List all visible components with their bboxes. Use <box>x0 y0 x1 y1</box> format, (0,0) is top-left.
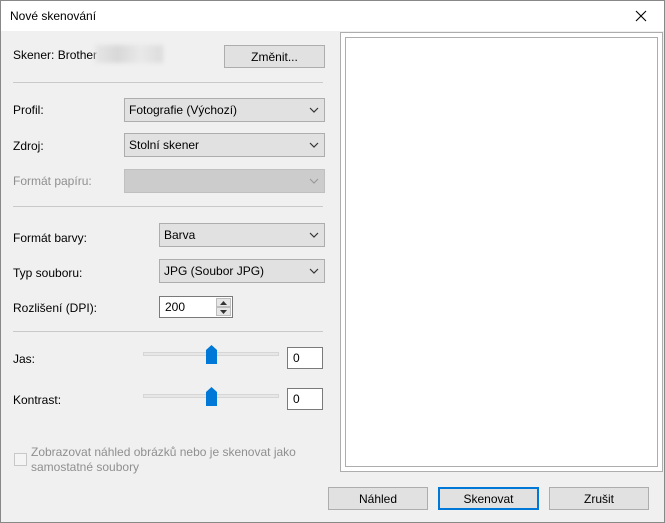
chevron-down-icon <box>309 268 319 274</box>
file-type-select[interactable]: JPG (Soubor JPG) <box>159 259 325 283</box>
scanner-label: Skener: Brother <box>13 48 98 62</box>
chevron-down-icon <box>309 178 319 184</box>
window-title: Nové skenování <box>10 9 97 23</box>
scanner-model-redacted <box>95 45 163 63</box>
color-format-value: Barva <box>164 228 196 242</box>
preview-button[interactable]: Náhled <box>328 487 428 510</box>
change-scanner-label: Změnit... <box>251 49 298 64</box>
brightness-slider-thumb[interactable] <box>206 345 217 364</box>
brightness-label: Jas: <box>13 352 36 366</box>
title-bar: Nové skenování <box>1 1 664 31</box>
separator <box>13 82 323 83</box>
separator <box>13 206 323 207</box>
color-format-label: Formát barvy: <box>13 231 88 245</box>
resolution-value: 200 <box>165 300 186 314</box>
close-icon <box>635 10 647 22</box>
contrast-value: 0 <box>293 392 300 406</box>
color-format-select[interactable]: Barva <box>159 223 325 247</box>
profile-value: Fotografie (Výchozí) <box>129 103 238 117</box>
profile-label: Profil: <box>13 103 44 117</box>
brightness-input[interactable]: 0 <box>287 347 323 369</box>
chevron-down-icon <box>309 232 319 238</box>
contrast-label: Kontrast: <box>13 393 62 407</box>
separator <box>13 331 323 332</box>
close-button[interactable] <box>618 1 664 31</box>
change-scanner-button[interactable]: Změnit... <box>224 45 325 68</box>
cancel-button[interactable]: Zrušit <box>549 487 649 510</box>
resolution-label: Rozlišení (DPI): <box>13 301 98 315</box>
paper-format-select <box>124 169 325 193</box>
spinner-buttons <box>216 298 231 316</box>
arrow-down-icon <box>220 309 227 314</box>
source-select[interactable]: Stolní skener <box>124 133 325 157</box>
arrow-up-icon <box>220 300 227 305</box>
source-value: Stolní skener <box>129 138 200 152</box>
chevron-down-icon <box>309 142 319 148</box>
resolution-spinner[interactable]: 200 <box>159 296 233 318</box>
separate-files-label: Zobrazovat náhled obrázků nebo je skenov… <box>31 445 296 474</box>
preview-canvas <box>345 37 658 467</box>
contrast-input[interactable]: 0 <box>287 388 323 410</box>
brightness-value: 0 <box>293 351 300 365</box>
cancel-button-label: Zrušit <box>584 491 614 506</box>
scan-dialog: Nové skenování Skener: Brother Změnit...… <box>0 0 665 523</box>
scan-button-label: Skenovat <box>463 491 514 506</box>
source-label: Zdroj: <box>13 139 44 153</box>
separate-files-checkbox[interactable] <box>14 453 27 466</box>
paper-format-label: Formát papíru: <box>13 174 92 188</box>
file-type-label: Typ souboru: <box>13 266 83 280</box>
scan-button[interactable]: Skenovat <box>438 487 539 510</box>
spin-down-button[interactable] <box>216 307 231 316</box>
preview-button-label: Náhled <box>358 491 398 506</box>
preview-pane <box>340 32 663 472</box>
profile-select[interactable]: Fotografie (Výchozí) <box>124 98 325 122</box>
spin-up-button[interactable] <box>216 298 231 307</box>
contrast-slider-thumb[interactable] <box>206 387 217 406</box>
file-type-value: JPG (Soubor JPG) <box>164 264 265 278</box>
chevron-down-icon <box>309 107 319 113</box>
